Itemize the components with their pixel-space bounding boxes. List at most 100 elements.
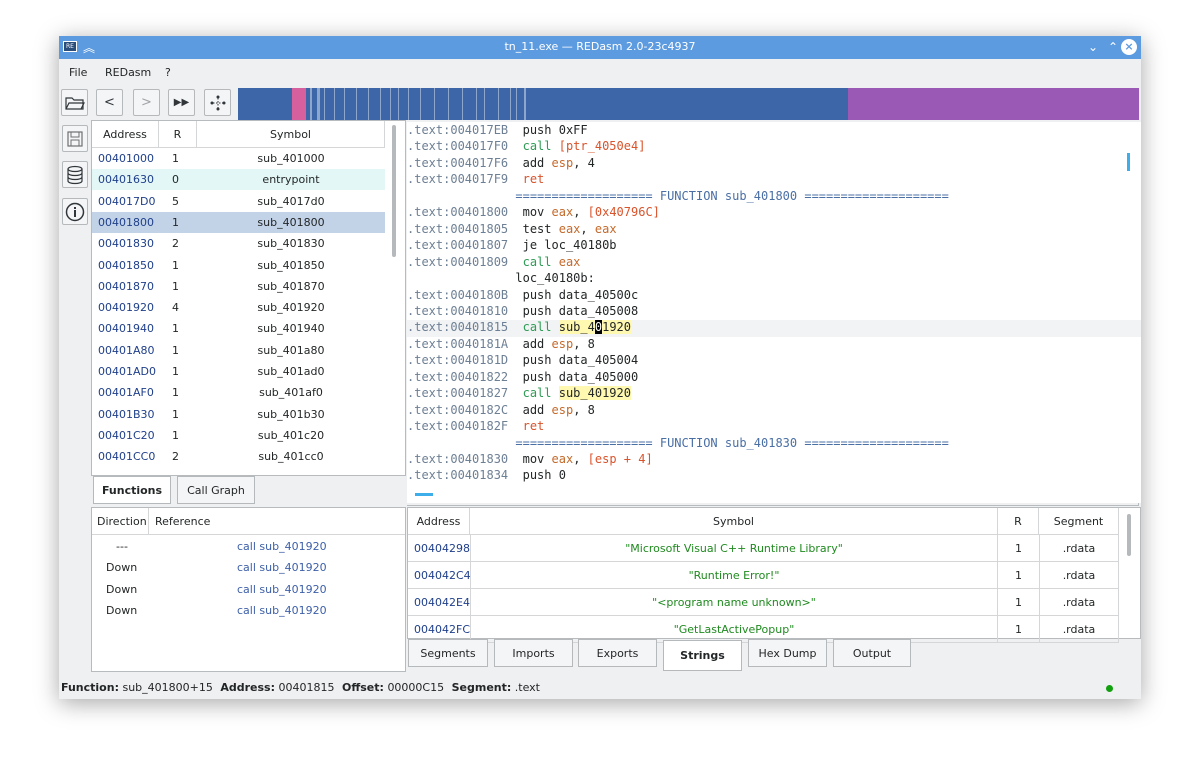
code-line[interactable]: .text:00401800 mov eax, [0x40796C] [407, 205, 1141, 222]
menu-file[interactable]: File [69, 66, 87, 79]
code-line[interactable]: .text:00401805 test eax, eax [407, 222, 1141, 239]
column-header-symbol[interactable]: Symbol [470, 508, 998, 535]
code-line[interactable]: .text:0040180B push data_40500c [407, 288, 1141, 305]
open-folder-button[interactable] [61, 89, 88, 116]
table-row[interactable]: 00401000 1 sub_401000 [92, 148, 385, 169]
database-button[interactable] [62, 161, 88, 188]
code-hscroll-marker [415, 493, 433, 496]
maximize-icon[interactable]: ⌃ [1105, 39, 1121, 55]
code-token: add [522, 155, 552, 170]
tab-segments[interactable]: Segments [408, 639, 488, 667]
table-row[interactable]: 00401830 2 sub_401830 [92, 233, 385, 254]
back-button[interactable]: < [96, 89, 123, 116]
menu-help[interactable]: ? [165, 66, 171, 79]
forward-button[interactable]: > [133, 89, 160, 116]
close-icon[interactable]: × [1121, 39, 1137, 55]
table-row[interactable]: 004017D0 5 sub_4017d0 [92, 191, 385, 212]
table-row[interactable]: 00401800 1 sub_401800 [92, 211, 385, 233]
table-row[interactable]: 00401AD0 1 sub_401ad0 [92, 361, 385, 382]
table-row[interactable]: 00401B30 1 sub_401b30 [92, 404, 385, 425]
list-item[interactable]: Down call sub_401920 [92, 600, 405, 621]
code-line[interactable]: .text:00401834 push 0 [407, 468, 1141, 485]
code-token: push data_40500c [522, 287, 639, 302]
cell-address: 00404298 [414, 542, 470, 555]
code-line[interactable]: .text:0040182C add esp, 8 [407, 403, 1141, 420]
list-item[interactable]: Down call sub_401920 [92, 579, 405, 600]
cell-r: 1 [172, 407, 179, 421]
code-line[interactable]: .text:0040181A add esp, 8 [407, 337, 1141, 354]
info-button[interactable] [62, 198, 88, 225]
code-line[interactable]: .text:004017F6 add esp, 4 [407, 156, 1141, 173]
table-row[interactable]: 00401CC0 2 sub_401cc0 [92, 446, 385, 467]
tab-output[interactable]: Output [833, 639, 911, 667]
column-header-symbol[interactable]: Symbol [197, 121, 385, 148]
column-header-address[interactable]: Address [408, 508, 470, 535]
code-line[interactable]: loc_40180b: [407, 271, 1141, 288]
menu-redasm[interactable]: REDasm [105, 66, 151, 79]
code-line[interactable]: .text:004017F9 ret [407, 172, 1141, 189]
code-line[interactable]: .text:004017EB push 0xFF [407, 123, 1141, 140]
strings-scrollbar[interactable] [1127, 514, 1131, 556]
menu-bar: File REDasm ? [59, 59, 1141, 87]
column-header-reference[interactable]: Reference [149, 508, 405, 535]
code-line[interactable]: .text:00401830 mov eax, [esp + 4] [407, 452, 1141, 469]
goto-button[interactable]: ▶▶ [168, 89, 195, 116]
code-line[interactable]: .text:00401822 push data_405000 [407, 370, 1141, 387]
tab-functions[interactable]: Functions [93, 476, 171, 504]
column-header-r[interactable]: R [998, 508, 1039, 535]
code-line[interactable]: .text:00401807 je loc_40180b [407, 238, 1141, 255]
cell-segment: .rdata [1039, 589, 1119, 615]
cell-symbol: entrypoint [262, 173, 320, 187]
table-row[interactable]: 00401920 4 sub_401920 [92, 297, 385, 318]
list-item[interactable]: Down call sub_401920 [92, 557, 405, 578]
nav-strip [476, 88, 477, 120]
code-line[interactable]: =================== FUNCTION sub_401830 … [407, 436, 1141, 453]
column-header-r[interactable]: R [159, 121, 197, 148]
column-header-direction[interactable]: Direction [92, 508, 149, 535]
code-address: .text:0040181D [407, 353, 509, 368]
code-token: 0 [594, 320, 603, 335]
code-token: je loc_40180b [522, 238, 617, 253]
table-row[interactable]: 00401630 0 entrypoint [92, 169, 385, 191]
fast-forward-icon: ▶▶ [173, 97, 190, 108]
code-line[interactable]: .text:0040182F ret [407, 419, 1141, 436]
code-line[interactable]: .text:0040181D push data_405004 [407, 353, 1141, 370]
code-line[interactable]: .text:004017F0 call [ptr_4050e4] [407, 139, 1141, 156]
functions-scrollbar[interactable] [392, 125, 396, 257]
table-row[interactable]: 00401850 1 sub_401850 [92, 255, 385, 276]
column-header-address[interactable]: Address [92, 121, 159, 148]
cell-symbol: sub_401830 [257, 237, 325, 251]
disassembly-view[interactable]: .text:004017EB push 0xFF .text:004017F0 c… [407, 122, 1141, 503]
table-row[interactable]: 004042C4 "Runtime Error!" 1 .rdata [408, 562, 1119, 589]
cell-symbol: sub_4017d0 [257, 194, 325, 208]
table-row[interactable]: 00404298 "Microsoft Visual C++ Runtime Li… [408, 535, 1119, 562]
code-line[interactable]: .text:00401810 push data_405008 [407, 304, 1141, 321]
chevron-right-icon: > [141, 95, 152, 110]
code-token: call [522, 139, 559, 154]
tab-imports[interactable]: Imports [494, 639, 573, 667]
tab-strings[interactable]: Strings [663, 640, 742, 671]
table-row[interactable]: 00401940 1 sub_401940 [92, 318, 385, 339]
tab-call-graph[interactable]: Call Graph [177, 476, 255, 504]
nav-strip [434, 88, 435, 120]
table-row[interactable]: 00401AF0 1 sub_401af0 [92, 382, 385, 403]
column-header-segment[interactable]: Segment [1039, 508, 1119, 535]
list-item[interactable]: --- call sub_401920 [92, 536, 405, 557]
code-line[interactable]: .text:00401827 call sub_401920 [407, 386, 1141, 403]
table-row[interactable]: 00401A80 1 sub_401a80 [92, 340, 385, 361]
table-row[interactable]: 00401870 1 sub_401870 [92, 276, 385, 297]
save-button[interactable] [62, 125, 88, 152]
graph-view-button[interactable] [204, 89, 231, 116]
table-row[interactable]: 00401C20 1 sub_401c20 [92, 425, 385, 446]
code-token: =================== FUNCTION sub_401800 … [407, 188, 949, 203]
code-line[interactable]: =================== FUNCTION sub_401800 … [407, 189, 1141, 206]
tab-exports[interactable]: Exports [578, 639, 657, 667]
code-address: .text:00401800 [407, 205, 509, 220]
minimize-icon[interactable]: ⌄ [1085, 39, 1101, 55]
table-row[interactable]: 004042E4 "<program name unknown>" 1 .rdata [408, 589, 1119, 616]
tab-hex-dump[interactable]: Hex Dump [748, 639, 827, 667]
code-token: , [573, 452, 588, 466]
navigation-bar[interactable] [238, 88, 1139, 120]
code-line[interactable]: .text:00401815 call sub_401920 [407, 320, 1141, 337]
code-line[interactable]: .text:00401809 call eax [407, 255, 1141, 272]
